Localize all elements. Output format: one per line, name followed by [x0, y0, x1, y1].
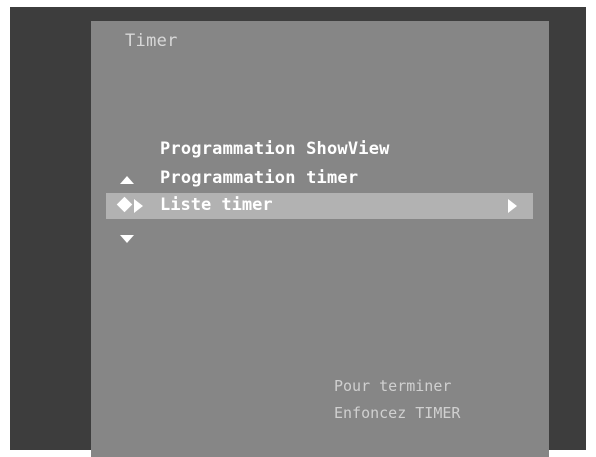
play-marker-icon	[134, 199, 143, 213]
hint-line-1: Pour terminer	[334, 377, 452, 395]
timer-menu-panel: Timer Programmation ShowView Programmati…	[91, 21, 549, 457]
menu-item-label: Liste timer	[160, 195, 273, 215]
menu-item-liste-timer[interactable]: Liste timer	[106, 193, 533, 219]
page-title: Timer	[125, 31, 178, 51]
diamond-icon	[116, 196, 133, 213]
right-arrow-icon[interactable]	[508, 199, 517, 213]
tv-screen: Timer Programmation ShowView Programmati…	[10, 7, 586, 457]
hint-line-2: Enfoncez TIMER	[334, 404, 461, 422]
menu-item-programmation-timer[interactable]: Programmation timer	[160, 168, 358, 188]
up-arrow-icon[interactable]	[120, 176, 134, 184]
menu-item-showview[interactable]: Programmation ShowView	[160, 139, 390, 159]
down-arrow-icon[interactable]	[120, 235, 134, 243]
